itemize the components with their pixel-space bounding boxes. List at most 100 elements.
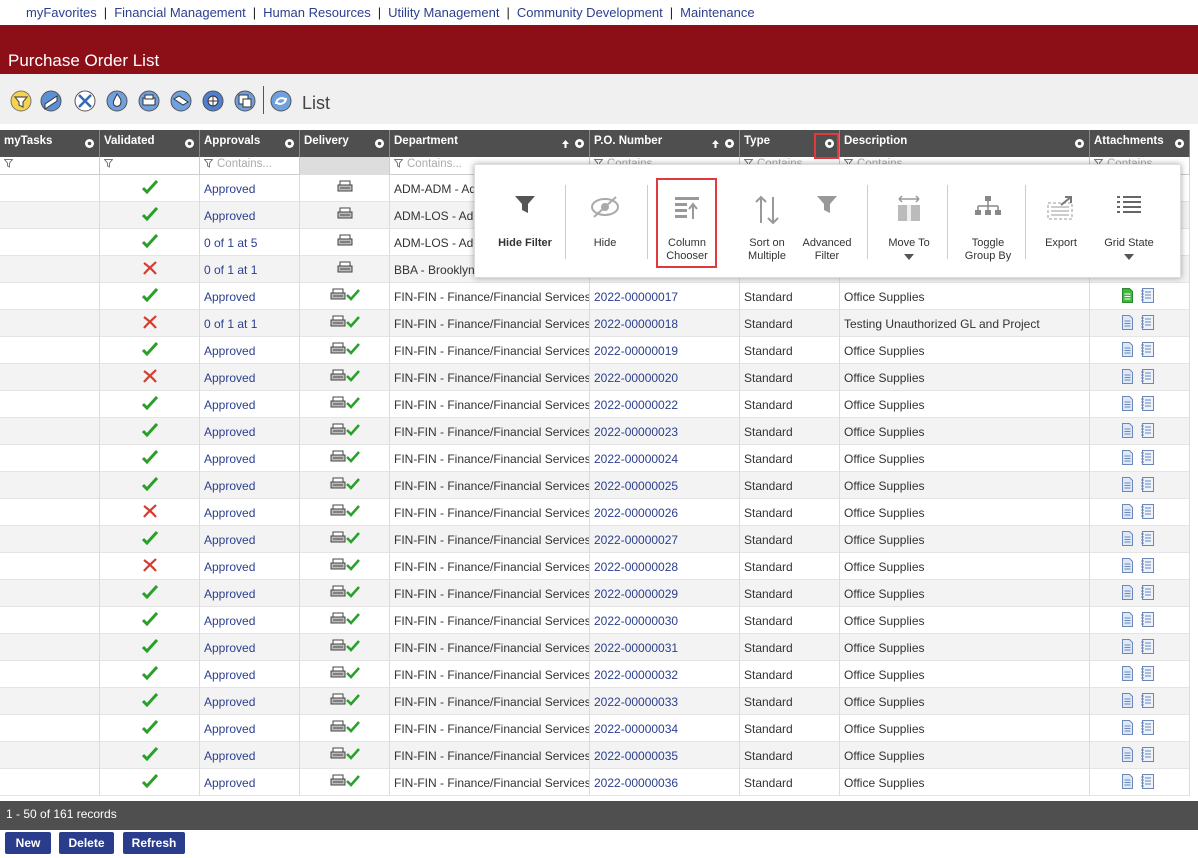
po-number-link[interactable]: 2022-00000031 [594,641,678,655]
approval-status-link[interactable]: Approved [204,533,255,547]
approval-status-link[interactable]: Approved [204,749,255,763]
notes-icon[interactable] [1141,639,1155,657]
approval-status-link[interactable]: 0 of 1 at 1 [204,317,257,331]
printer-delivered-icon[interactable] [330,369,360,385]
approval-status-link[interactable]: Approved [204,560,255,574]
attachment-document-icon[interactable] [1122,774,1133,792]
attachment-document-icon[interactable] [1122,504,1133,522]
printer-delivered-icon[interactable] [330,315,360,331]
printer-icon[interactable] [337,207,353,223]
po-number-link[interactable]: 2022-00000024 [594,452,678,466]
table-row[interactable]: Approved FIN-FIN - Finance/Financial Serv… [0,715,1190,742]
flame-icon[interactable] [106,90,128,112]
printer-delivered-icon[interactable] [330,342,360,358]
notes-icon[interactable] [1141,315,1155,333]
table-row[interactable]: Approved FIN-FIN - Finance/Financial Serv… [0,337,1190,364]
approval-status-link[interactable]: Approved [204,614,255,628]
nav-item[interactable]: Maintenance [680,5,754,20]
printer-delivered-icon[interactable] [330,585,360,601]
printer-delivered-icon[interactable] [330,450,360,466]
notes-icon[interactable] [1141,342,1155,360]
printer-delivered-icon[interactable] [330,423,360,439]
approval-status-link[interactable]: Approved [204,506,255,520]
po-number-link[interactable]: 2022-00000028 [594,560,678,574]
sort-ascending-icon[interactable] [712,139,719,148]
attachment-document-icon[interactable] [1122,639,1133,657]
po-number-link[interactable]: 2022-00000022 [594,398,678,412]
notes-icon[interactable] [1141,585,1155,603]
po-number-link[interactable]: 2022-00000032 [594,668,678,682]
table-row[interactable]: Approved FIN-FIN - Finance/Financial Serv… [0,391,1190,418]
attachment-document-icon[interactable] [1122,315,1133,333]
tools-icon[interactable] [74,90,96,112]
nav-item[interactable]: myFavorites [26,5,97,20]
printer-delivered-icon[interactable] [330,693,360,709]
approval-status-link[interactable]: Approved [204,695,255,709]
gear-icon[interactable] [1074,138,1085,149]
printer-delivered-icon[interactable] [330,612,360,628]
gear-icon[interactable] [574,138,585,149]
grid-state-button[interactable]: Grid State [1101,165,1157,279]
po-number-link[interactable]: 2022-00000018 [594,317,678,331]
table-row[interactable]: Approved FIN-FIN - Finance/Financial Serv… [0,418,1190,445]
approval-status-link[interactable]: Approved [204,722,255,736]
approval-status-link[interactable]: Approved [204,587,255,601]
attachment-document-icon[interactable] [1122,369,1133,387]
approval-status-link[interactable]: Approved [204,209,255,223]
printer-delivered-icon[interactable] [330,720,360,736]
po-number-link[interactable]: 2022-00000027 [594,533,678,547]
po-number-link[interactable]: 2022-00000023 [594,425,678,439]
col-validated-header[interactable]: Validated [100,130,200,157]
printer-delivered-icon[interactable] [330,477,360,493]
attachment-document-icon[interactable] [1122,693,1133,711]
col-attachments-header[interactable]: Attachments [1090,130,1190,157]
po-number-link[interactable]: 2022-00000030 [594,614,678,628]
notes-icon[interactable] [1141,369,1155,387]
approval-status-link[interactable]: Approved [204,182,255,196]
table-row[interactable]: 0 of 1 at 1 FIN-FIN - Finance/Financial S… [0,310,1190,337]
sort-on-multiple-button[interactable]: Sort on Multiple [733,165,801,279]
po-number-link[interactable]: 2022-00000026 [594,506,678,520]
notes-icon[interactable] [1141,477,1155,495]
notes-icon[interactable] [1141,423,1155,441]
printer-delivered-icon[interactable] [330,396,360,412]
printer-delivered-icon[interactable] [330,666,360,682]
filter-icon[interactable] [393,159,404,168]
po-number-link[interactable]: 2022-00000025 [594,479,678,493]
table-row[interactable]: Approved FIN-FIN - Finance/Financial Serv… [0,634,1190,661]
po-number-link[interactable]: 2022-00000034 [594,722,678,736]
table-row[interactable]: Approved FIN-FIN - Finance/Financial Serv… [0,499,1190,526]
col-validated-filter[interactable] [100,157,200,175]
notes-icon[interactable] [1141,720,1155,738]
printer-delivered-icon[interactable] [330,531,360,547]
globe-icon[interactable] [202,90,224,112]
col-po-number-header[interactable]: P.O. Number [590,130,740,157]
delete-button[interactable]: Delete [59,832,114,854]
gear-icon[interactable] [284,138,295,149]
hide-button[interactable]: Hide [563,165,647,279]
col-approvals-filter[interactable]: Contains... [200,157,300,175]
table-row[interactable]: Approved FIN-FIN - Finance/Financial Serv… [0,283,1190,310]
printer-delivered-icon[interactable] [330,774,360,790]
po-number-link[interactable]: 2022-00000033 [594,695,678,709]
nav-item[interactable]: Human Resources [263,5,371,20]
gear-icon[interactable] [724,138,735,149]
printer-icon[interactable] [337,234,353,250]
attachment-document-icon[interactable] [1122,558,1133,576]
attachment-document-icon[interactable] [1122,342,1133,360]
attachment-document-icon[interactable] [1122,720,1133,738]
attachment-document-icon[interactable] [1122,450,1133,468]
table-row[interactable]: Approved FIN-FIN - Finance/Financial Serv… [0,769,1190,796]
filter-icon[interactable] [3,159,14,168]
notes-icon[interactable] [1141,531,1155,549]
printer-delivered-icon[interactable] [330,639,360,655]
approval-status-link[interactable]: Approved [204,425,255,439]
col-mytasks-header[interactable]: myTasks [0,130,100,157]
hide-filter-button[interactable]: Hide Filter [495,165,555,279]
window-icon[interactable] [234,90,256,112]
approval-status-link[interactable]: Approved [204,668,255,682]
col-department-header[interactable]: Department [390,130,590,157]
table-row[interactable]: Approved FIN-FIN - Finance/Financial Serv… [0,445,1190,472]
cycle-icon[interactable] [270,90,292,112]
notes-icon[interactable] [1141,612,1155,630]
